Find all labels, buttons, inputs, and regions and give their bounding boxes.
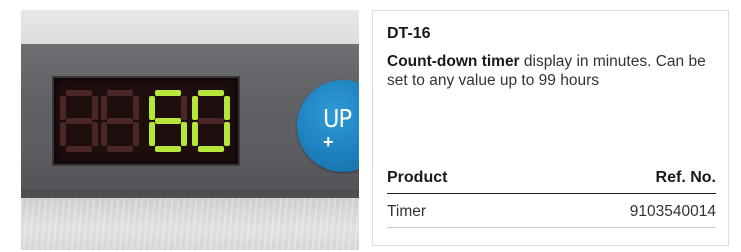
segment-f [60, 96, 66, 120]
segment-c [92, 122, 98, 146]
product-info-card: DT-16 Count-down timer display in minute… [372, 10, 729, 246]
segment-g [198, 118, 224, 124]
led-digit-2 [101, 90, 139, 152]
product-description: Count-down timer display in minutes. Can… [387, 52, 723, 90]
led-digit-3 [149, 90, 187, 152]
cell-product: Timer [387, 203, 427, 220]
segment-c [181, 122, 187, 146]
device-photo: UP + [21, 10, 359, 250]
segment-c [133, 122, 139, 146]
device-brushed-surface [21, 198, 359, 250]
segment-b [92, 96, 98, 120]
cell-ref-no: 9103540014 [629, 203, 716, 220]
segment-e [192, 122, 198, 146]
segment-f [149, 96, 155, 120]
table-header: Product Ref. No. [387, 163, 716, 194]
segment-a [107, 90, 133, 96]
segment-c [224, 122, 230, 146]
up-button-label: UP [323, 104, 352, 133]
segment-f [101, 96, 107, 120]
segment-e [101, 122, 107, 146]
segment-b [224, 96, 230, 120]
description-highlight: Count-down timer [387, 53, 520, 70]
table-row: Timer 9103540014 [387, 197, 716, 228]
column-header-ref-no: Ref. No. [655, 169, 716, 186]
seven-segment-digit [149, 90, 187, 152]
device-top-surface [21, 10, 359, 44]
segment-d [107, 146, 133, 152]
segment-d [198, 146, 224, 152]
segment-g [107, 118, 133, 124]
led-digit-4 [192, 90, 230, 152]
product-model: DT-16 [387, 25, 431, 42]
plus-icon: + [323, 132, 334, 152]
column-header-product: Product [387, 169, 448, 186]
led-display [52, 76, 240, 166]
seven-segment-digit [60, 90, 98, 152]
segment-a [155, 90, 181, 96]
seven-segment-digit [192, 90, 230, 152]
segment-d [66, 146, 92, 152]
segment-e [149, 122, 155, 146]
segment-g [155, 118, 181, 124]
segment-g [66, 118, 92, 124]
segment-a [66, 90, 92, 96]
segment-b [133, 96, 139, 120]
seven-segment-digit [101, 90, 139, 152]
segment-b [181, 96, 187, 120]
segment-f [192, 96, 198, 120]
segment-a [198, 90, 224, 96]
segment-d [155, 146, 181, 152]
led-digit-1 [60, 90, 98, 152]
segment-e [60, 122, 66, 146]
